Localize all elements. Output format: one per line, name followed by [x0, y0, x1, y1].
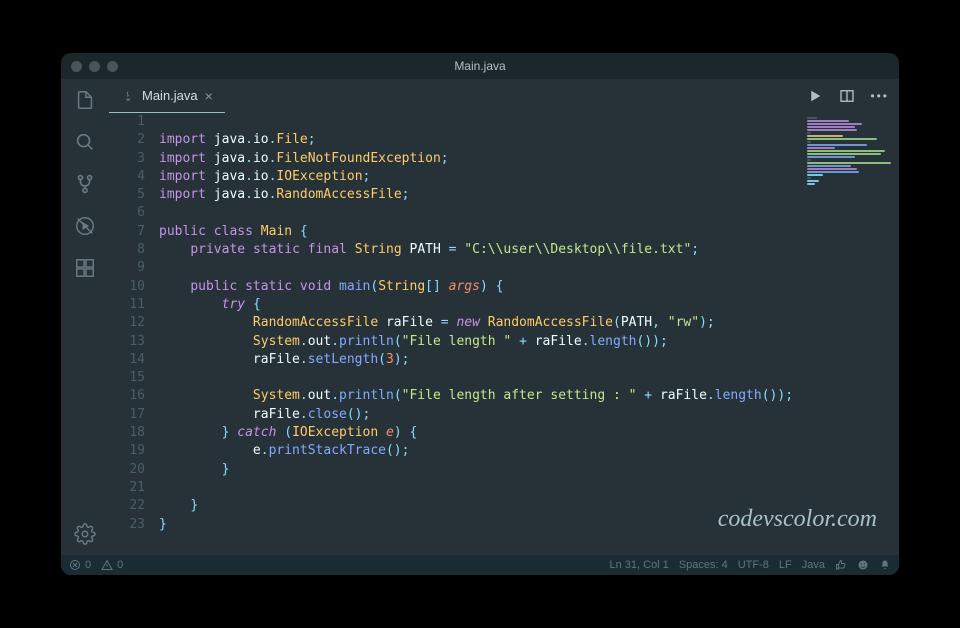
code-content[interactable]: import java.io.File;import java.io.FileN…: [159, 113, 899, 555]
titlebar: Main.java: [61, 53, 899, 79]
editor-actions: •••: [806, 79, 899, 113]
status-cursor[interactable]: Ln 31, Col 1: [609, 559, 668, 571]
status-encoding[interactable]: UTF-8: [738, 559, 769, 571]
tab-bar: Main.java × •••: [109, 79, 899, 113]
extensions-icon[interactable]: [74, 257, 96, 279]
split-editor-icon[interactable]: [838, 87, 856, 105]
tab-label: Main.java: [142, 88, 198, 103]
status-errors[interactable]: 0: [69, 559, 91, 571]
status-bar: 0 0 Ln 31, Col 1 Spaces: 4 UTF-8 LF Java: [61, 555, 899, 575]
minimap[interactable]: [807, 117, 895, 177]
main-area: Main.java × ••• 123456789101112131415161…: [61, 79, 899, 555]
close-tab-icon[interactable]: ×: [205, 88, 213, 104]
editor-area: Main.java × ••• 123456789101112131415161…: [109, 79, 899, 555]
status-thumbs-up-icon[interactable]: [835, 559, 847, 571]
explorer-icon[interactable]: [74, 89, 96, 111]
line-number-gutter: 1234567891011121314151617181920212223: [109, 113, 159, 555]
source-control-icon[interactable]: [74, 173, 96, 195]
close-window-button[interactable]: [71, 61, 82, 72]
settings-gear-icon[interactable]: [74, 523, 96, 545]
status-eol[interactable]: LF: [779, 559, 792, 571]
status-bell-icon[interactable]: [879, 559, 891, 571]
status-language[interactable]: Java: [802, 559, 825, 571]
more-actions-icon[interactable]: •••: [870, 89, 889, 103]
code-editor[interactable]: 1234567891011121314151617181920212223 im…: [109, 113, 899, 555]
debug-icon[interactable]: [74, 215, 96, 237]
zoom-window-button[interactable]: [107, 61, 118, 72]
tab-main-java[interactable]: Main.java ×: [109, 79, 225, 113]
traffic-lights: [71, 61, 118, 72]
run-icon[interactable]: [806, 87, 824, 105]
java-file-icon: [121, 89, 135, 103]
minimize-window-button[interactable]: [89, 61, 100, 72]
status-feedback-icon[interactable]: [857, 559, 869, 571]
status-spaces[interactable]: Spaces: 4: [679, 559, 728, 571]
activity-bar: [61, 79, 109, 555]
status-warnings[interactable]: 0: [101, 559, 123, 571]
search-icon[interactable]: [74, 131, 96, 153]
window-title: Main.java: [61, 59, 899, 73]
editor-window: Main.java: [61, 53, 899, 575]
